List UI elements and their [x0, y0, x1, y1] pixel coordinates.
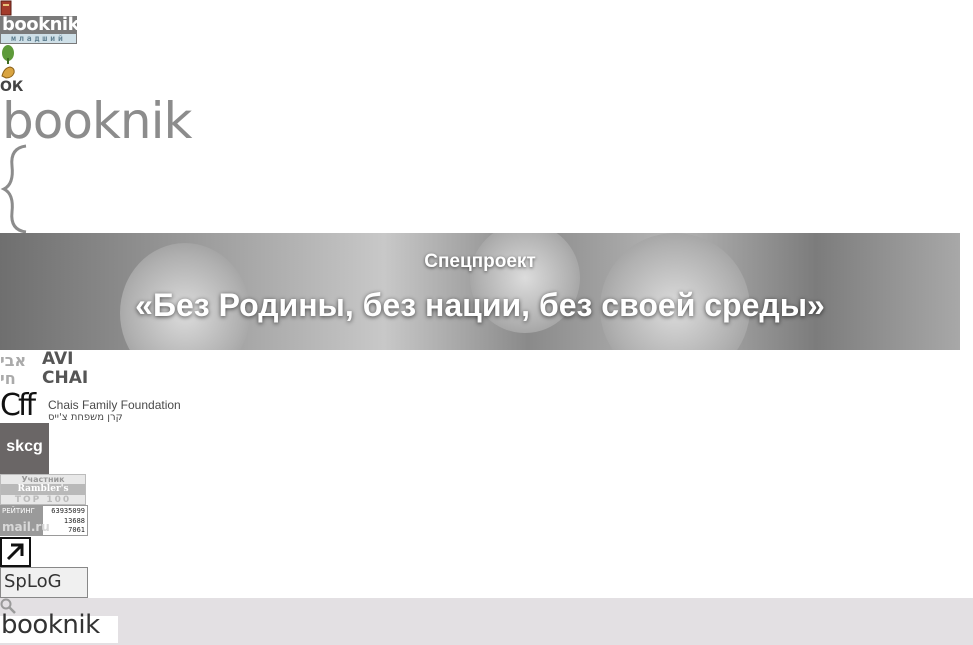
avichai-text: AVI CHAI — [42, 349, 89, 388]
mailru-label1: РЕЙТИНГ — [2, 507, 35, 515]
skcg-text: skcg — [6, 438, 43, 455]
banner-subtitle: Спецпроект — [424, 251, 536, 272]
chais-name: Chais Family Foundation — [48, 398, 181, 412]
brace-icon — [0, 144, 27, 234]
splog-badge[interactable]: SpLoG — [0, 567, 88, 598]
chais-family-foundation-logo[interactable]: Cff Chais Family Foundation קרן משפחת צ'… — [0, 388, 184, 424]
junior-logo-text: booknik — [2, 14, 80, 35]
mailru-counter[interactable]: РЕЙТИНГ mail.ru 63935099 13688 7061 — [0, 505, 88, 536]
main-logo-text: booknik — [2, 92, 192, 150]
rambler-top100-counter[interactable]: Участник Rambler's TOP 100 — [0, 474, 86, 505]
rambler-line1: Участник — [21, 475, 65, 484]
rambler-line2: Rambler's — [1, 484, 85, 495]
cff-mark: Cff — [0, 388, 36, 423]
booknik-junior-logo[interactable]: booknik младший — [0, 14, 80, 44]
hand-icon[interactable] — [0, 64, 16, 80]
skcg-logo[interactable]: skcg — [0, 423, 49, 474]
mailru-num1: 63935099 — [51, 507, 85, 515]
page: booknik младший ОК booknik Спецпроект «Б… — [0, 0, 973, 645]
junior-logo-subtext: младший — [1, 34, 76, 43]
footer-booknik-logo[interactable]: booknik — [0, 610, 118, 643]
rambler-line3: TOP 100 — [14, 495, 72, 505]
special-project-banner[interactable]: Спецпроект «Без Родины, без нации, без с… — [0, 233, 960, 350]
mailru-num3: 7061 — [68, 526, 85, 534]
footer-logo-text: booknik — [1, 610, 100, 640]
splog-text: SpLoG — [4, 571, 62, 592]
booknik-main-logo[interactable]: booknik — [0, 92, 222, 234]
mailru-num2: 13688 — [63, 517, 85, 525]
avichai-hebrew: אבי חי — [0, 351, 27, 388]
avichai-logo[interactable]: אבי חי AVI CHAI — [0, 350, 100, 390]
leaf-icon[interactable] — [0, 44, 16, 64]
banner-title: «Без Родины, без нации, без своей среды» — [135, 287, 825, 323]
mailru-label2: mail.ru — [2, 520, 50, 534]
footer-bar — [0, 598, 973, 645]
chais-hebrew: קרן משפחת צ'ייס — [48, 412, 123, 423]
external-link-icon[interactable] — [0, 537, 31, 567]
